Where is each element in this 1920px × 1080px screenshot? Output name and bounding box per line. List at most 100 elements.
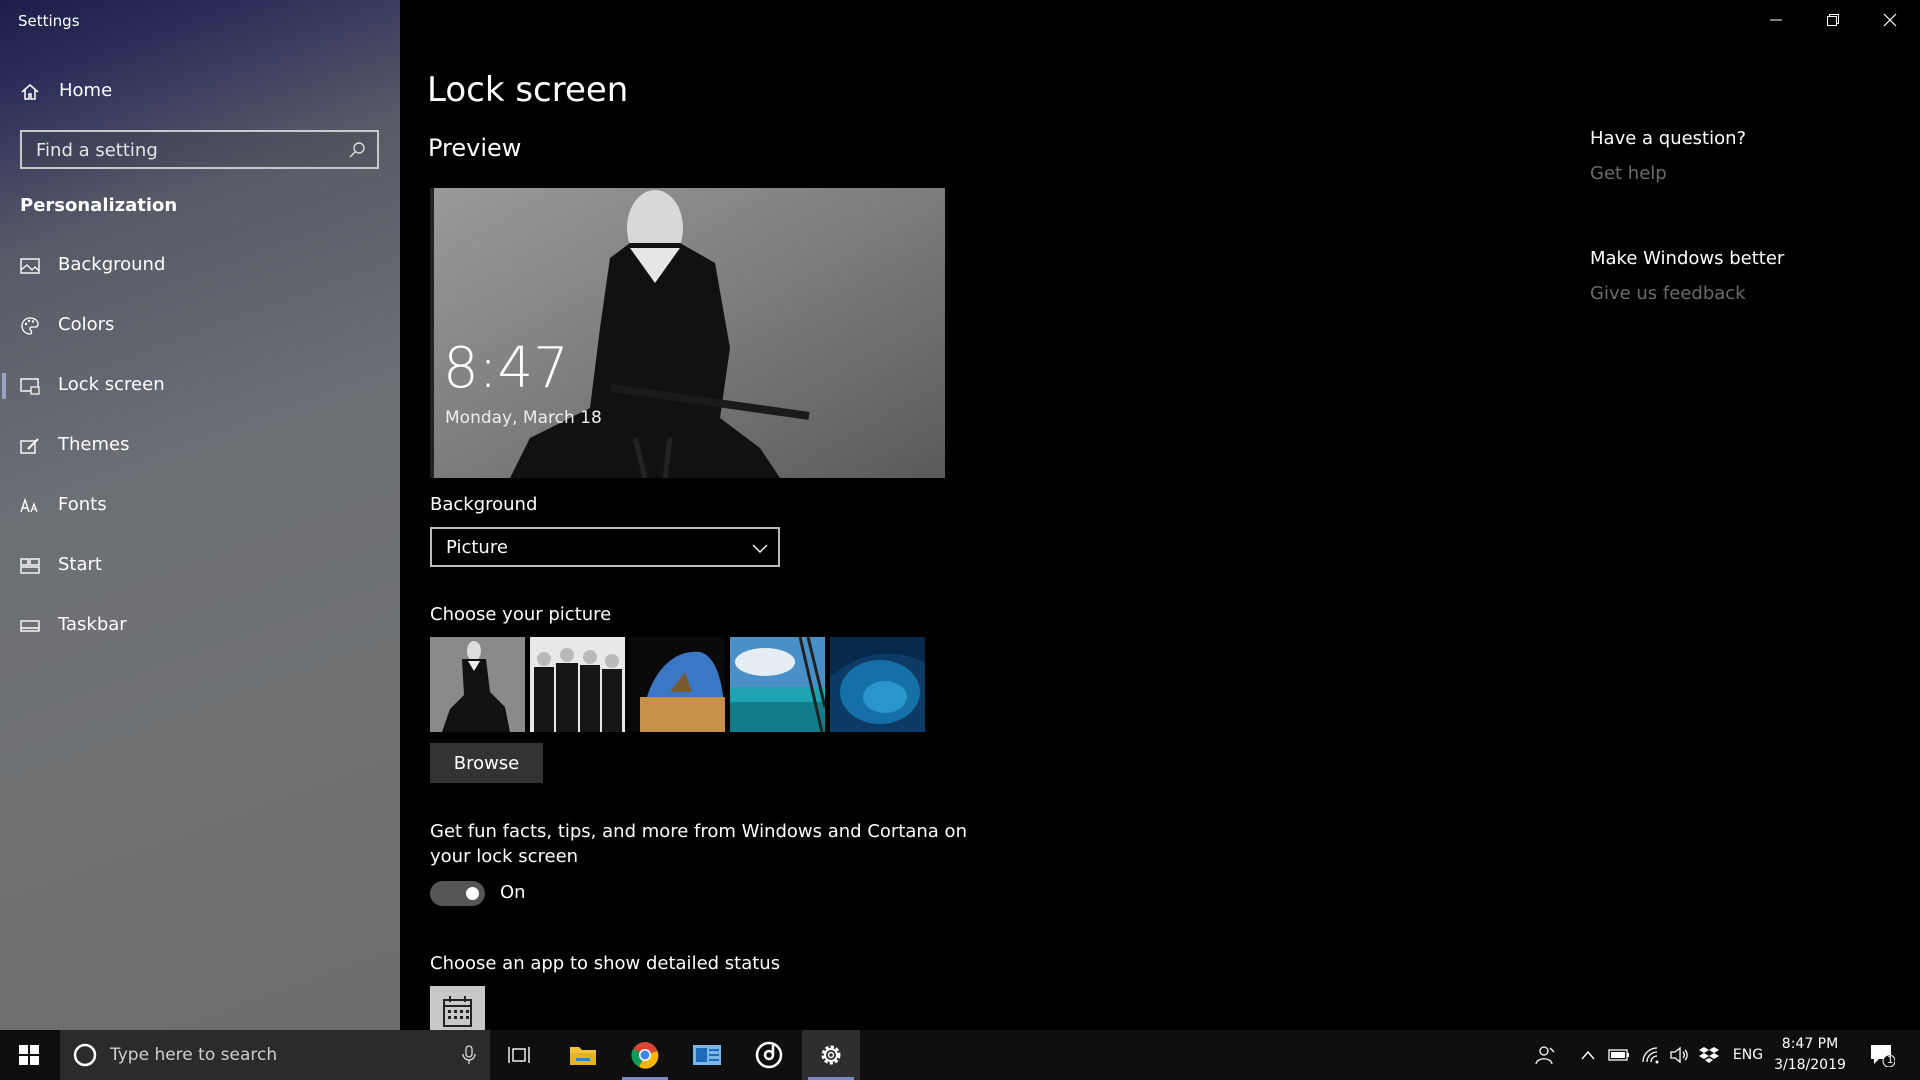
sidebar-item-label: Start <box>58 554 102 575</box>
tray-overflow-button[interactable] <box>1576 1030 1600 1080</box>
microphone-icon[interactable] <box>462 1045 476 1065</box>
people-icon <box>1535 1046 1555 1065</box>
thumbnail-image <box>630 637 725 732</box>
picture-thumbnail[interactable] <box>530 637 625 732</box>
browse-button[interactable]: Browse <box>430 743 543 783</box>
taskbar: ENG 8:47 PM 3/18/2019 1 <box>0 1030 1920 1080</box>
chrome-icon <box>631 1042 659 1069</box>
sidebar-item-themes[interactable]: Themes <box>0 421 400 471</box>
dropbox-icon <box>1699 1047 1719 1063</box>
task-view-button[interactable] <box>490 1030 548 1080</box>
people-button[interactable] <box>1532 1030 1560 1080</box>
detailed-status-app-button[interactable] <box>430 986 485 1030</box>
taskbar-media-app[interactable] <box>740 1030 798 1080</box>
home-nav-item[interactable]: Home <box>0 72 400 112</box>
thumbnail-image <box>730 637 825 732</box>
fun-facts-label: Get fun facts, tips, and more from Windo… <box>430 821 967 867</box>
help-heading: Have a question? <box>1590 128 1747 149</box>
sidebar-item-background[interactable]: Background <box>0 241 400 291</box>
brush-icon <box>20 438 39 454</box>
toggle-state-text: On <box>500 882 526 903</box>
page-title: Lock screen <box>427 70 629 110</box>
thumbnail-image <box>530 637 625 732</box>
picture-thumbnail[interactable] <box>630 637 725 732</box>
volume-button[interactable] <box>1666 1030 1692 1080</box>
fun-facts-toggle[interactable] <box>430 881 485 906</box>
taskbar-settings[interactable] <box>802 1030 860 1080</box>
gear-icon <box>821 1045 841 1065</box>
picture-thumbnail[interactable] <box>830 637 925 732</box>
fonts-icon <box>20 497 38 513</box>
search-input[interactable] <box>36 138 336 162</box>
thumbnail-image <box>830 637 925 732</box>
search-box[interactable] <box>20 130 379 169</box>
picture-thumbnail[interactable] <box>730 637 825 732</box>
sidebar-item-start[interactable]: Start <box>0 541 400 591</box>
sidebar-item-label: Fonts <box>58 494 107 515</box>
action-center-button[interactable]: 1 <box>1862 1030 1902 1080</box>
speaker-icon <box>1670 1046 1688 1064</box>
restore-button[interactable] <box>1805 0 1861 40</box>
dropbox-button[interactable] <box>1696 1030 1722 1080</box>
groove-music-icon <box>755 1041 783 1069</box>
dropdown-value: Picture <box>446 537 508 558</box>
give-feedback-link[interactable]: Give us feedback <box>1590 283 1746 304</box>
sidebar-item-label: Colors <box>58 314 115 335</box>
restore-icon <box>1827 14 1839 26</box>
home-icon <box>21 84 39 100</box>
taskbar-file-explorer[interactable] <box>554 1030 612 1080</box>
wifi-icon <box>1642 1047 1659 1064</box>
start-button[interactable] <box>0 1030 58 1080</box>
home-label: Home <box>59 80 113 101</box>
section-title: Personalization <box>20 195 178 216</box>
chevron-down-icon <box>752 544 768 553</box>
sidebar-item-lock-screen[interactable]: Lock screen <box>0 361 400 411</box>
search-icon[interactable] <box>347 140 367 160</box>
battery-icon <box>1608 1049 1629 1061</box>
taskbar-chrome[interactable] <box>616 1030 674 1080</box>
task-view-icon <box>508 1047 530 1063</box>
feedback-heading: Make Windows better <box>1590 248 1785 269</box>
sidebar-item-label: Taskbar <box>58 614 127 635</box>
get-help-link[interactable]: Get help <box>1590 163 1667 184</box>
choose-picture-label: Choose your picture <box>430 604 612 625</box>
chevron-up-icon <box>1581 1050 1595 1060</box>
close-button[interactable] <box>1862 0 1918 40</box>
sidebar-item-fonts[interactable]: Fonts <box>0 481 400 531</box>
settings-window: Settings Home Personalization Background <box>0 0 1920 1080</box>
battery-button[interactable] <box>1606 1030 1632 1080</box>
calendar-icon <box>443 996 472 1027</box>
background-label: Background <box>430 494 538 515</box>
notification-count: 1 <box>1887 1055 1894 1066</box>
preview-heading: Preview <box>428 134 522 162</box>
folder-icon <box>570 1047 596 1065</box>
lock-screen-icon <box>20 378 40 395</box>
sidebar-item-colors[interactable]: Colors <box>0 301 400 351</box>
detailed-status-label: Choose an app to show detailed status <box>430 953 781 974</box>
background-dropdown[interactable]: Picture <box>430 527 780 567</box>
sidebar-item-label: Background <box>58 254 166 275</box>
windows-logo-icon <box>19 1045 39 1065</box>
taskbar-search-input[interactable] <box>110 1042 430 1068</box>
minimize-button[interactable] <box>1748 0 1804 40</box>
sidebar-item-label: Lock screen <box>58 374 165 395</box>
taskbar-icon <box>20 620 40 632</box>
picture-icon <box>20 258 40 274</box>
sidebar-item-taskbar[interactable]: Taskbar <box>0 601 400 651</box>
toggle-knob <box>466 887 479 900</box>
preview-photo <box>430 188 945 478</box>
sidebar-item-label: Themes <box>58 434 130 455</box>
taskbar-time: 8:47 PM <box>1781 1036 1839 1052</box>
sidebar: Settings Home Personalization Background <box>0 0 400 1030</box>
taskbar-search-box[interactable] <box>60 1030 490 1080</box>
taskbar-clock[interactable]: 8:47 PM 3/18/2019 <box>1760 1034 1860 1076</box>
preview-date: Monday, March 18 <box>445 408 602 428</box>
close-icon <box>1883 13 1897 27</box>
lock-screen-preview: 8:47 Monday, March 18 <box>430 188 945 478</box>
picture-thumbnail[interactable] <box>430 637 525 732</box>
taskbar-date: 3/18/2019 <box>1774 1057 1846 1073</box>
taskbar-outlook[interactable] <box>678 1030 736 1080</box>
network-button[interactable] <box>1638 1030 1664 1080</box>
start-icon <box>20 558 40 574</box>
preview-clock: 8:47 <box>443 336 569 401</box>
